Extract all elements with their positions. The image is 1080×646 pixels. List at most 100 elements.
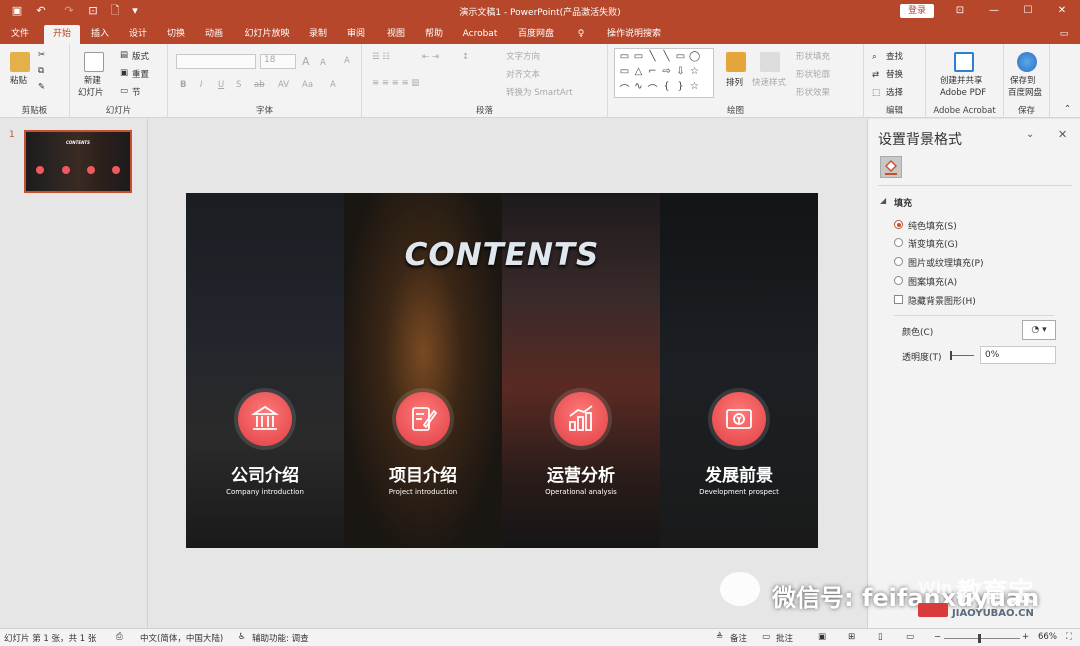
smartart-button[interactable]: 转换为 SmartArt [506,88,573,99]
option-solid-fill[interactable]: 纯色填充(S) [894,219,957,232]
layout-button[interactable]: 版式 [132,52,149,63]
comments-icon[interactable]: ▭ [762,632,770,642]
slide-sorter-icon[interactable]: ⊞ [848,632,855,642]
create-pdf-button-line2[interactable]: Adobe PDF [940,88,986,99]
tab-baidu[interactable]: 百度网盘 [512,25,560,44]
font-size-combo[interactable]: 18 [260,54,296,69]
format-painter-icon[interactable]: ✎ [38,82,45,93]
pdf-icon[interactable] [954,52,974,72]
save-baidu-button-line2[interactable]: 百度网盘 [1008,88,1042,99]
tab-acrobat[interactable]: Acrobat [458,25,502,44]
reading-view-icon[interactable]: ▯ [878,632,883,642]
new-slide-button[interactable]: 新建 [84,76,101,87]
ime-toolbar[interactable] [918,603,948,617]
save-baidu-button[interactable]: 保存到 [1010,76,1036,87]
select-icon[interactable]: ⬚ [872,88,880,99]
new-slide-icon[interactable] [84,52,104,72]
tab-record[interactable]: 录制 [302,25,334,44]
shape-effects-button[interactable]: 形状效果 [796,88,830,99]
ribbon-display-icon[interactable]: ⊡ [950,2,970,20]
grow-font-icon[interactable]: A [302,56,310,67]
arrange-icon[interactable] [726,52,746,72]
shapes-gallery[interactable]: ▭ ▭ ╲ ╲ ▭ ◯ ▭ △ ⌐ ⇨ ⇩ ☆ ⌒ ∿ ⌒ { } ☆ [614,48,714,98]
indent-icon[interactable]: ⇤ ⇥ [422,52,439,63]
transparency-slider-thumb[interactable] [950,351,952,360]
char-spacing-button[interactable]: AV [278,80,289,91]
replace-button[interactable]: 替换 [886,70,903,81]
accessibility-icon[interactable]: ♿ [238,632,246,642]
replace-icon[interactable]: ⇄ [872,70,879,81]
new-slide-button-line2[interactable]: 幻灯片 [78,88,104,99]
tab-insert[interactable]: 插入 [84,25,116,44]
radio[interactable] [894,276,903,285]
minimize-button[interactable]: — [984,2,1004,20]
shadow-button[interactable]: S [236,80,241,91]
shrink-font-icon[interactable]: A [320,58,326,69]
line-spacing-icon[interactable]: ↕ [462,52,469,63]
underline-button[interactable]: U [218,80,224,91]
reset-icon[interactable]: ▣ [120,68,128,79]
quick-styles-icon[interactable] [760,52,780,72]
accessibility-status[interactable]: 辅助功能: 调查 [252,632,309,644]
reset-button[interactable]: 重置 [132,70,149,81]
slide[interactable]: CONTENTS 公司介绍 Company introduction 项目介绍 … [186,193,818,548]
tab-help[interactable]: 帮助 [418,25,450,44]
section-button[interactable]: 节 [132,88,141,99]
font-color-button[interactable]: A [330,80,336,91]
fit-slide-icon[interactable]: ⛶ [1066,632,1072,642]
radio-selected[interactable] [894,220,903,229]
fill-tab-icon[interactable] [880,156,902,178]
change-case-button[interactable]: Aa [302,80,313,91]
clear-format-icon[interactable]: A [344,56,350,67]
notes-icon[interactable]: ≜ [716,632,723,642]
comment-icon[interactable]: ▭ [1056,25,1072,44]
tab-view[interactable]: 视图 [380,25,412,44]
slide-thumbnail[interactable]: CONTENTS [24,130,132,193]
strikethrough-button[interactable]: ab [254,80,265,91]
baidu-cloud-icon[interactable] [1017,52,1037,72]
zoom-slider[interactable] [944,638,1020,639]
collapse-ribbon-icon[interactable]: ⌃ [1064,104,1071,115]
color-picker-button[interactable]: ◔ ▾ [1022,320,1056,340]
arrange-button[interactable]: 排列 [726,78,743,89]
quick-styles-button[interactable]: 快速样式 [752,78,786,89]
fill-section-header[interactable]: 填充 [894,196,912,209]
transparency-input[interactable]: 0% [980,346,1056,364]
radio[interactable] [894,238,903,247]
language-status[interactable]: 中文(简体，中国大陆) [140,632,223,644]
tab-design[interactable]: 设计 [122,25,154,44]
zoom-level[interactable]: 66% [1038,632,1057,642]
tab-slideshow[interactable]: 幻灯片放映 [236,25,298,44]
italic-button[interactable]: I [200,80,203,91]
pane-options-icon[interactable]: ⌄ [1026,129,1034,140]
select-button[interactable]: 选择 [886,88,903,99]
option-gradient-fill[interactable]: 渐变填充(G) [894,237,958,250]
find-button[interactable]: 查找 [886,52,903,63]
cut-icon[interactable]: ✂ [38,50,45,61]
find-icon[interactable]: ⌕ [872,52,877,63]
comments-button[interactable]: 批注 [776,632,793,644]
login-button[interactable]: 登录 [900,4,934,18]
align-icons[interactable]: ≡ ≡ ≡ ≡ ▥ [372,78,419,89]
fill-collapse-icon[interactable]: ◢ [880,196,886,205]
align-text-button[interactable]: 对齐文本 [506,70,540,81]
bullets-icon[interactable]: ☰ ☷ [372,52,390,63]
layout-icon[interactable]: ▤ [120,50,128,61]
zoom-in-button[interactable]: + [1022,632,1029,642]
normal-view-icon[interactable]: ▣ [818,632,826,642]
hide-background-checkbox[interactable]: 隐藏背景图形(H) [894,294,976,307]
section-icon[interactable]: ▭ [120,86,128,97]
transparency-slider[interactable] [950,355,974,356]
spell-check-icon[interactable]: ⎙ [116,632,123,642]
option-pattern-fill[interactable]: 图案填充(A) [894,275,957,288]
pane-close-icon[interactable]: ✕ [1058,128,1067,141]
tab-file[interactable]: 文件 [4,25,36,44]
copy-icon[interactable]: ⧉ [38,66,44,77]
shape-outline-button[interactable]: 形状轮廓 [796,70,830,81]
option-picture-fill[interactable]: 图片或纹理填充(P) [894,256,983,269]
maximize-button[interactable]: ☐ [1018,2,1038,20]
tab-home[interactable]: 开始 [44,25,80,44]
text-direction-button[interactable]: 文字方向 [506,52,540,63]
font-name-combo[interactable] [176,54,256,69]
shape-fill-button[interactable]: 形状填充 [796,52,830,63]
